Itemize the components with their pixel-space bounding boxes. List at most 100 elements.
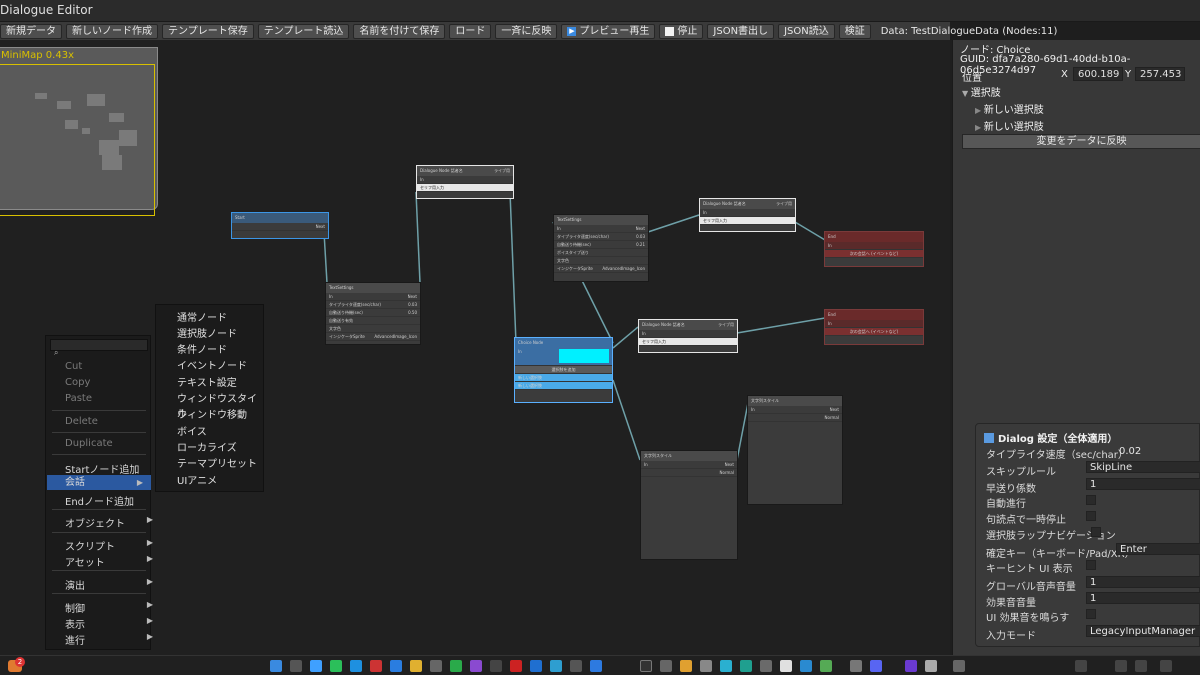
value[interactable]: AdvancedImage_Icon [374,334,417,339]
app-icon[interactable] [720,660,732,672]
text-settings-node[interactable]: TextSettings In Next タイプライタ速度(sec/char) 0.… [553,214,649,282]
end-node[interactable]: End In 次の会話へ (イベントなど) [824,309,924,345]
app-icon[interactable] [550,660,562,672]
menu-asset[interactable]: アセット ▶ [65,554,153,569]
in-port[interactable]: In [751,407,755,412]
menu-control[interactable]: 制御 ▶ [65,600,153,615]
in-port[interactable]: In [639,330,737,338]
choice-foldout[interactable]: ▶ 新しい選択肢 [975,101,1044,116]
wrap-checkbox[interactable] [1091,527,1101,537]
live-button[interactable]: ライブ用 [494,168,510,174]
search-icon[interactable] [290,660,302,672]
menu-cut[interactable]: Cut [65,361,82,372]
app-icon[interactable] [510,660,522,672]
apply-changes-button[interactable]: 変更をデータに反映 [962,134,1200,149]
menu-progress[interactable]: 進行 ▶ [65,632,153,647]
value[interactable]: AdvancedImage_Icon [602,266,645,271]
app-icon[interactable] [760,660,772,672]
menu-delete[interactable]: Delete [65,416,98,427]
gvol-field[interactable]: 1 [1086,576,1200,588]
next-port[interactable]: Next [636,226,645,231]
x-field[interactable]: 600.189 [1073,67,1123,81]
wifi-icon[interactable] [1115,660,1127,672]
in-port[interactable]: In [644,462,648,467]
color-swatch[interactable] [559,349,609,363]
in-port[interactable]: In [515,348,612,366]
dialogue-node[interactable]: Dialogue Node 話者名 ライブ用 In セリフ用入力 [699,198,796,232]
in-port[interactable]: In [417,176,513,184]
input-dropdown[interactable]: LegacyInputManager [1086,625,1200,637]
typewriter-field[interactable]: 0.02 [1116,446,1200,458]
window-style-node[interactable]: 文字列スタイル In Next Normal [747,395,843,505]
app-icon[interactable] [925,660,937,672]
app-icon[interactable] [680,660,692,672]
in-port[interactable]: In [825,242,923,250]
text-settings-node[interactable]: TextSettings In Next タイプライタ速度(sec/char) 0.… [325,282,421,345]
dialogue-node[interactable]: Dialogue Node 話者名 ライブ用 In セリフ用入力 [638,319,738,353]
submenu-condition-node[interactable]: 条件ノード [177,341,227,356]
start-icon[interactable] [270,660,282,672]
app-icon[interactable] [700,660,712,672]
start-node-port[interactable]: Next [232,223,328,231]
xbox-icon[interactable] [450,660,462,672]
app-icon[interactable] [850,660,862,672]
window-style-node[interactable]: 文字列スタイル In Next Normal [640,450,738,560]
submenu-event-node[interactable]: イベントノード [177,357,247,372]
add-choice-button[interactable]: 選択肢を追加 [515,366,612,374]
end-node[interactable]: End In 次の会話へ (イベントなど) [824,231,924,267]
uisfx-checkbox[interactable] [1086,609,1096,619]
epic-icon[interactable] [640,660,652,672]
minimap[interactable]: MiniMap 0.43x [0,47,158,216]
menu-add-start[interactable]: Startノード追加 [65,461,139,476]
y-field[interactable]: 257.453 [1135,67,1185,81]
menu-duplicate[interactable]: Duplicate [65,438,113,449]
menu-copy[interactable]: Copy [65,377,90,388]
submenu-theme-preset[interactable]: テーマプリセット [177,455,257,470]
layout-mode[interactable]: Normal [720,470,734,475]
app-icon[interactable] [660,660,672,672]
menu-conversation[interactable]: 会話 ▶ [47,475,151,490]
menu-display[interactable]: 表示 ▶ [65,616,153,631]
discord-icon[interactable] [870,660,882,672]
submenu-localize[interactable]: ローカライズ [177,439,237,454]
app-icon[interactable] [780,660,792,672]
app-icon[interactable] [570,660,582,672]
next-port[interactable]: Next [830,407,839,412]
app-icon[interactable] [800,660,812,672]
in-port[interactable]: In [557,226,561,231]
live-button[interactable]: ライブ用 [718,322,734,328]
line-input[interactable]: セリフ用入力 [417,184,513,192]
submenu-voice[interactable]: ボイス [177,423,207,438]
submenu-choice-node[interactable]: 選択肢ノード [177,325,237,340]
edge-icon[interactable] [310,660,322,672]
value[interactable]: 0.03 [408,302,417,307]
submenu-normal-node[interactable]: 通常ノード [177,309,227,324]
vscode-icon[interactable] [390,660,402,672]
menu-object[interactable]: オブジェクト ▶ [65,515,153,530]
menu-script[interactable]: スクリプト ▶ [65,538,153,553]
in-port[interactable]: In [700,209,795,217]
confirm-field[interactable]: Enter [1116,543,1200,555]
in-port[interactable]: In [329,294,333,299]
menu-effects[interactable]: 演出 ▶ [65,577,153,592]
app-icon[interactable] [330,660,342,672]
submenu-text-settings[interactable]: テキスト設定 [177,374,237,389]
next-port[interactable]: Next [725,462,734,467]
choice-foldout[interactable]: ▶ 新しい選択肢 [975,118,1044,133]
sfx-field[interactable]: 1 [1086,592,1200,604]
layout-mode[interactable]: Normal [825,415,839,420]
app-icon[interactable] [740,660,752,672]
choice-option[interactable]: 新しい選択肢 [515,374,612,382]
volume-icon[interactable] [1135,660,1147,672]
app-icon[interactable] [370,660,382,672]
auto-checkbox[interactable] [1086,495,1096,505]
app-icon[interactable] [905,660,917,672]
folder-icon[interactable] [410,660,422,672]
app-icon[interactable] [490,660,502,672]
next-port[interactable]: Next [408,294,417,299]
app-icon[interactable] [530,660,542,672]
line-input[interactable]: セリフ用入力 [639,338,737,346]
submenu-ui-anim[interactable]: UIアニメ [177,472,217,487]
tray-chevron-icon[interactable] [1075,660,1087,672]
line-input[interactable]: セリフ用入力 [700,217,795,225]
